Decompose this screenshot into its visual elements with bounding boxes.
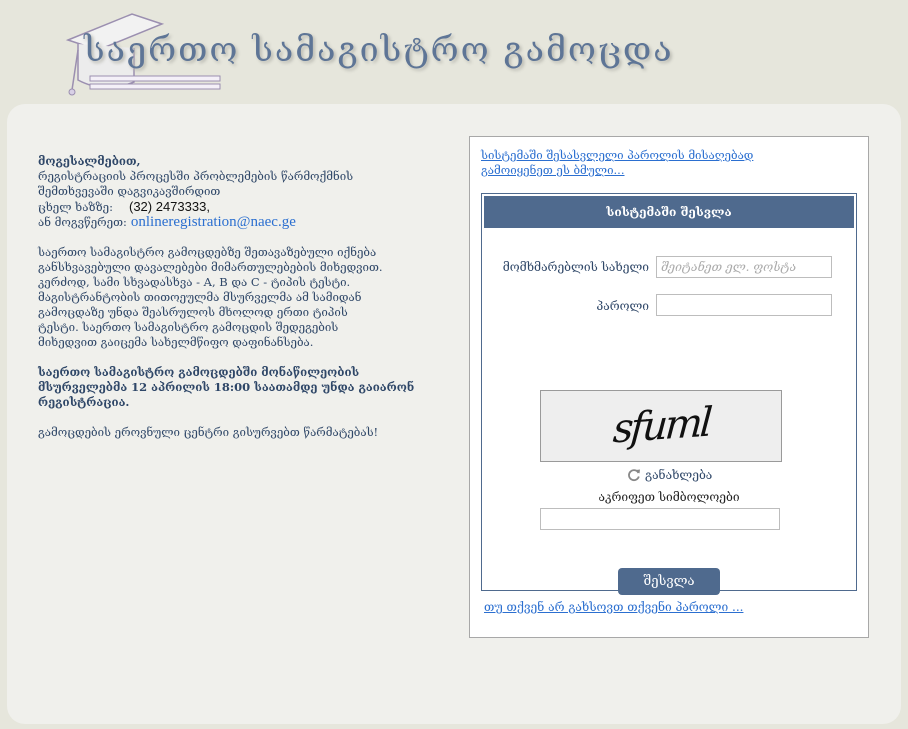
- username-input[interactable]: [656, 256, 832, 278]
- login-header: სისტემაში შესვლა: [484, 196, 854, 228]
- exams-line-3: კერძოდ, სამი სხვადასხვა - A, B და C - ტი…: [38, 275, 351, 289]
- deadline-line-1: საერთო სამაგისტრო გამოცდებში მონაწილეობი…: [38, 365, 360, 379]
- forgot-password-link[interactable]: თუ თქვენ არ გახსოვთ თქვენი პაროლი ...: [484, 600, 743, 614]
- email-label: ან მოგვწერეთ:: [38, 215, 127, 229]
- exams-line-7: მიხედვით გაიცემა სახელმწიფო დაფინანსება.: [38, 335, 314, 349]
- phone-number: (32) 2473333,: [128, 199, 210, 214]
- login-form: სისტემაში შესვლა მომხმარებლის სახელი პარ…: [481, 193, 857, 595]
- deadline-line-2: მსურველებმა 12 აპრილის 18:00 საათამდე უნ…: [38, 380, 415, 394]
- problem-line-2: შემთხვევაში დაგვიკავშირდით: [38, 184, 221, 198]
- info-section: მოგესალმებით, რეგისტრაციის პროცესში პრობ…: [38, 154, 438, 455]
- header: საერთო სამაგისტრო გამოცდა: [0, 0, 908, 104]
- username-label: მომხმარებლის სახელი: [502, 260, 649, 274]
- password-input[interactable]: [656, 294, 832, 316]
- exams-line-2: განსხვავებული დავალებები მიმართულებების …: [38, 260, 383, 274]
- password-label: პაროლი: [596, 299, 649, 313]
- phone-label: ცხელ ხაზზე:: [38, 200, 113, 214]
- refresh-captcha-button[interactable]: განახლება: [627, 468, 712, 482]
- login-box: სისტემაში შესასვლელი პაროლის მისაღებად გ…: [469, 136, 869, 638]
- captcha-prompt: აკრიფეთ სიმბოლოები: [598, 490, 740, 504]
- problem-line-1: რეგისტრაციის პროცესში პრობლემების წარმოქ…: [38, 169, 354, 183]
- exams-line-1: საერთო სამაგისტრო გამოცდებზე შეთავაზებულ…: [38, 245, 377, 259]
- deadline-line-3: რეგისტრაცია.: [38, 395, 130, 409]
- wishes-text: გამოცდების ეროვნული ცენტრი გისურვებთ წარ…: [38, 425, 379, 439]
- exams-line-4: მაგისტრანტობის თითოეულმა მსურველმა ამ სა…: [38, 290, 362, 304]
- greeting: მოგესალმებით,: [38, 154, 141, 168]
- site-title: საერთო სამაგისტრო გამოცდა: [84, 30, 674, 70]
- refresh-icon: [628, 469, 640, 481]
- captcha-input[interactable]: [540, 508, 780, 530]
- exams-line-6: ტესტი. საერთო სამაგისტრო გამოცდის შედეგე…: [38, 320, 339, 334]
- refresh-label: განახლება: [645, 468, 713, 482]
- password-help-link[interactable]: სისტემაში შესასვლელი პაროლის მისაღებად გ…: [481, 148, 801, 178]
- captcha-text: sfuml: [611, 399, 711, 453]
- exams-line-5: გამოცდაზე უნდა შეასრულოს მხოლოდ ერთი ტიპ…: [38, 305, 348, 319]
- email-link[interactable]: onlineregistration@naec.ge: [131, 214, 296, 230]
- captcha-image: sfuml: [540, 390, 782, 462]
- login-submit-button[interactable]: შესვლა: [618, 568, 720, 595]
